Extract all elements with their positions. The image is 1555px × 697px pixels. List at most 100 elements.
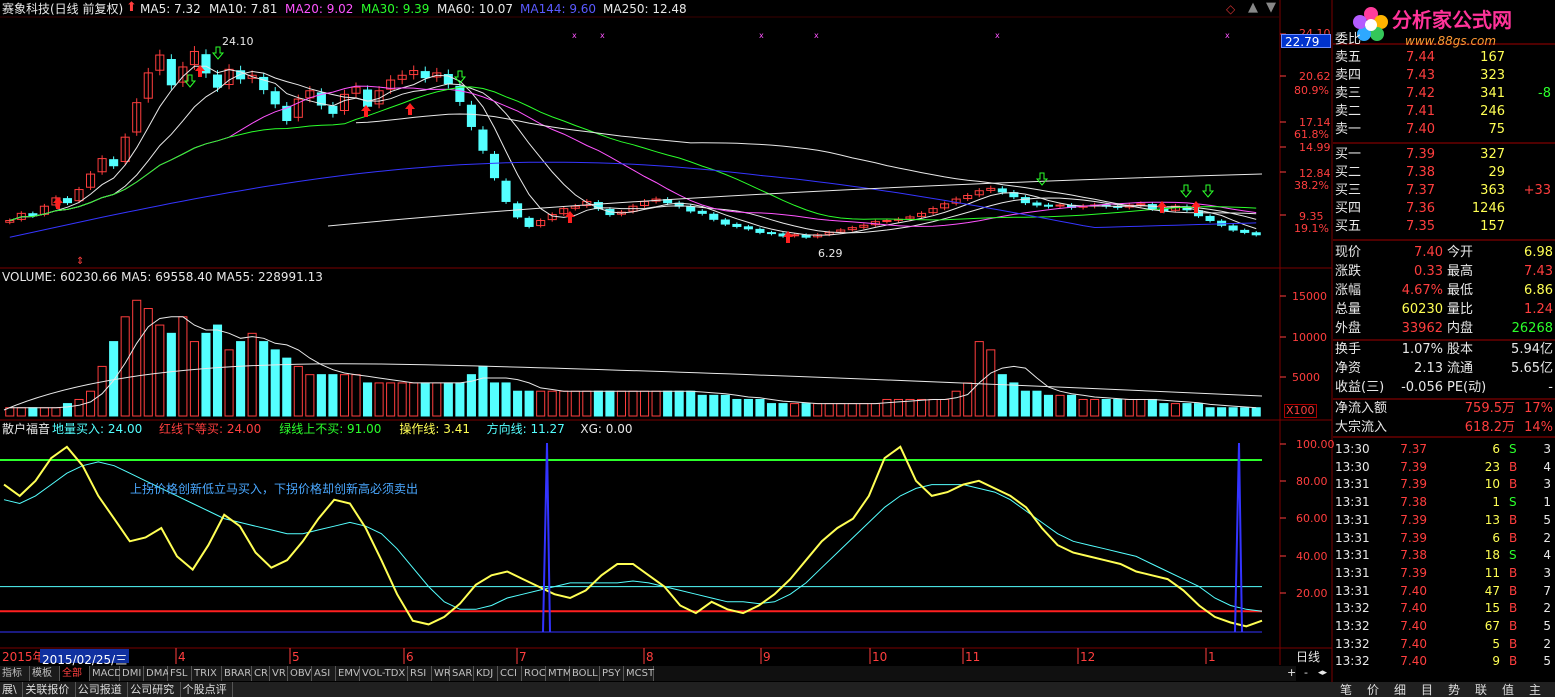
tick-time: 13:31 [1335, 548, 1370, 563]
tick-side: B [1509, 530, 1518, 545]
volume-bar [189, 341, 199, 417]
volume-bar [328, 374, 338, 417]
volume-bar [813, 403, 823, 417]
candle-body [1043, 204, 1054, 207]
ma-label: MA144: 9.60 [520, 2, 597, 16]
zoom-out-button[interactable]: - [1304, 666, 1308, 680]
volume-bar [905, 398, 915, 417]
indicator-tab[interactable]: ASI [312, 666, 336, 681]
indicator-tab[interactable]: OBV [288, 666, 312, 681]
right-panel-tab[interactable]: 主 [1529, 684, 1541, 697]
volume-bar [674, 390, 684, 417]
bottom-tab[interactable]: 公司报道 [76, 682, 129, 697]
stat-value: 6.98 [1524, 245, 1553, 260]
indicator-param: 地量买入: 24.00 [52, 422, 143, 436]
indicator-tab[interactable]: DMI [120, 666, 144, 681]
stat-label: 最高 [1447, 264, 1474, 279]
indicator-tab[interactable]: FSL [168, 666, 192, 681]
zoom-in-button[interactable]: + [1287, 666, 1296, 680]
tick-row: 13:31 7.40 47 B 7 [1333, 582, 1555, 600]
zoom-up-icon[interactable]: ▲ [1248, 1, 1258, 15]
right-panel-tab[interactable]: 势 [1448, 684, 1460, 697]
tick-side: B [1509, 512, 1518, 527]
tick-volume: 23 [1484, 459, 1500, 474]
tick-price: 7.39 [1400, 512, 1427, 527]
volume-bar [963, 382, 973, 417]
tick-count: 2 [1543, 636, 1551, 651]
tick-row: 13:30 7.37 6 S 3 [1333, 440, 1555, 458]
volume-bar [778, 403, 788, 417]
indicator-tab[interactable]: MCST [624, 666, 654, 681]
volume-bar [236, 341, 246, 417]
indicator-tab[interactable]: 全部 [60, 666, 90, 681]
indicator-tab[interactable]: KDJ [474, 666, 498, 681]
indicator-tab[interactable]: MTM [546, 666, 571, 681]
signal-marker-icon: ⇕ [76, 256, 84, 267]
volume-bar [743, 398, 753, 417]
indicator-tab[interactable]: BRAR [222, 666, 252, 681]
right-panel-tab[interactable]: 细 [1394, 684, 1406, 697]
indicator-tab[interactable]: 模板 [30, 666, 60, 681]
period-label[interactable]: 日线 [1296, 650, 1320, 664]
indicator-tab[interactable]: CR [252, 666, 270, 681]
volume-bar [282, 357, 292, 417]
bottom-tab[interactable]: 公司研究 [128, 682, 181, 697]
marker-icon: x [759, 31, 764, 40]
tick-side: B [1509, 619, 1518, 633]
right-panel-tab[interactable]: 联 [1475, 684, 1487, 697]
candle-body [363, 89, 373, 107]
right-panel-tab[interactable]: 值 [1502, 684, 1514, 697]
finance-row: 收益(三) -0.056 PE(动) - [1333, 379, 1555, 397]
indicator-tab[interactable]: 指标 [0, 666, 30, 681]
tick-count: 3 [1543, 565, 1551, 580]
indicator-tab[interactable]: DMA [144, 666, 169, 681]
tick-time: 13:30 [1335, 459, 1370, 474]
candle-body [420, 71, 430, 79]
indicator-tab[interactable]: SAR [450, 666, 474, 681]
volume-bar [1217, 407, 1227, 417]
indicator-tab[interactable]: MACD [90, 666, 122, 681]
volume-axis-label: 10000 [1292, 331, 1327, 344]
ma144-line [9, 161, 1257, 238]
scroll-arrows[interactable]: ◂▸ [1318, 666, 1327, 680]
right-panel-tab[interactable]: 目 [1421, 684, 1433, 697]
indicator-tab[interactable]: WR [432, 666, 451, 681]
indicator-tab[interactable]: TRIX [192, 666, 222, 681]
indicator-tab[interactable]: BOLL [570, 666, 600, 681]
volume-bar [293, 365, 303, 417]
bottom-tab[interactable]: 展\ [0, 682, 24, 697]
volume-bar [178, 316, 188, 417]
flow-row: 大宗流入 618.2万 14% [1333, 419, 1555, 437]
volume-bar [339, 374, 350, 417]
indicator-tab[interactable]: PSY [600, 666, 624, 681]
buy-volume: 29 [1488, 165, 1505, 180]
flow-value: 618.2万 [1464, 420, 1515, 435]
tick-side: B [1509, 477, 1518, 492]
zoom-down-icon[interactable]: ▼ [1266, 1, 1276, 15]
volume-bar [986, 349, 996, 417]
stat-row: 总量 60230 量比 1.24 [1333, 301, 1555, 319]
volume-bar [605, 390, 615, 417]
indicator-tab[interactable]: VR [270, 666, 288, 681]
indicator-tab[interactable]: ROC [522, 666, 546, 681]
tick-price: 7.39 [1400, 459, 1427, 474]
volume-bar [28, 407, 38, 417]
right-panel-tab[interactable]: 笔 [1340, 684, 1352, 697]
bottom-tab[interactable]: 个股点评 [181, 682, 233, 697]
indicator-tab[interactable]: EMV [336, 666, 360, 681]
indicator-tab[interactable]: CCI [498, 666, 522, 681]
tick-volume: 1 [1492, 495, 1500, 510]
right-panel-tab[interactable]: 价 [1367, 684, 1379, 697]
bottom-tab[interactable]: 关联报价 [23, 682, 76, 697]
operation-line [3, 445, 1263, 628]
indicator-tab[interactable]: RSI [408, 666, 432, 681]
volume-bar [732, 398, 742, 417]
tick-price: 7.40 [1400, 583, 1427, 598]
volume-bar [663, 390, 673, 417]
diamond-icon[interactable]: ◇ [1226, 2, 1235, 16]
volume-bar [651, 390, 661, 417]
candle-body [801, 234, 811, 238]
buy-label: 买三 [1335, 183, 1362, 198]
price-axis-label: 20.62 [1299, 70, 1331, 83]
indicator-tab[interactable]: VOL-TDX [360, 666, 408, 681]
